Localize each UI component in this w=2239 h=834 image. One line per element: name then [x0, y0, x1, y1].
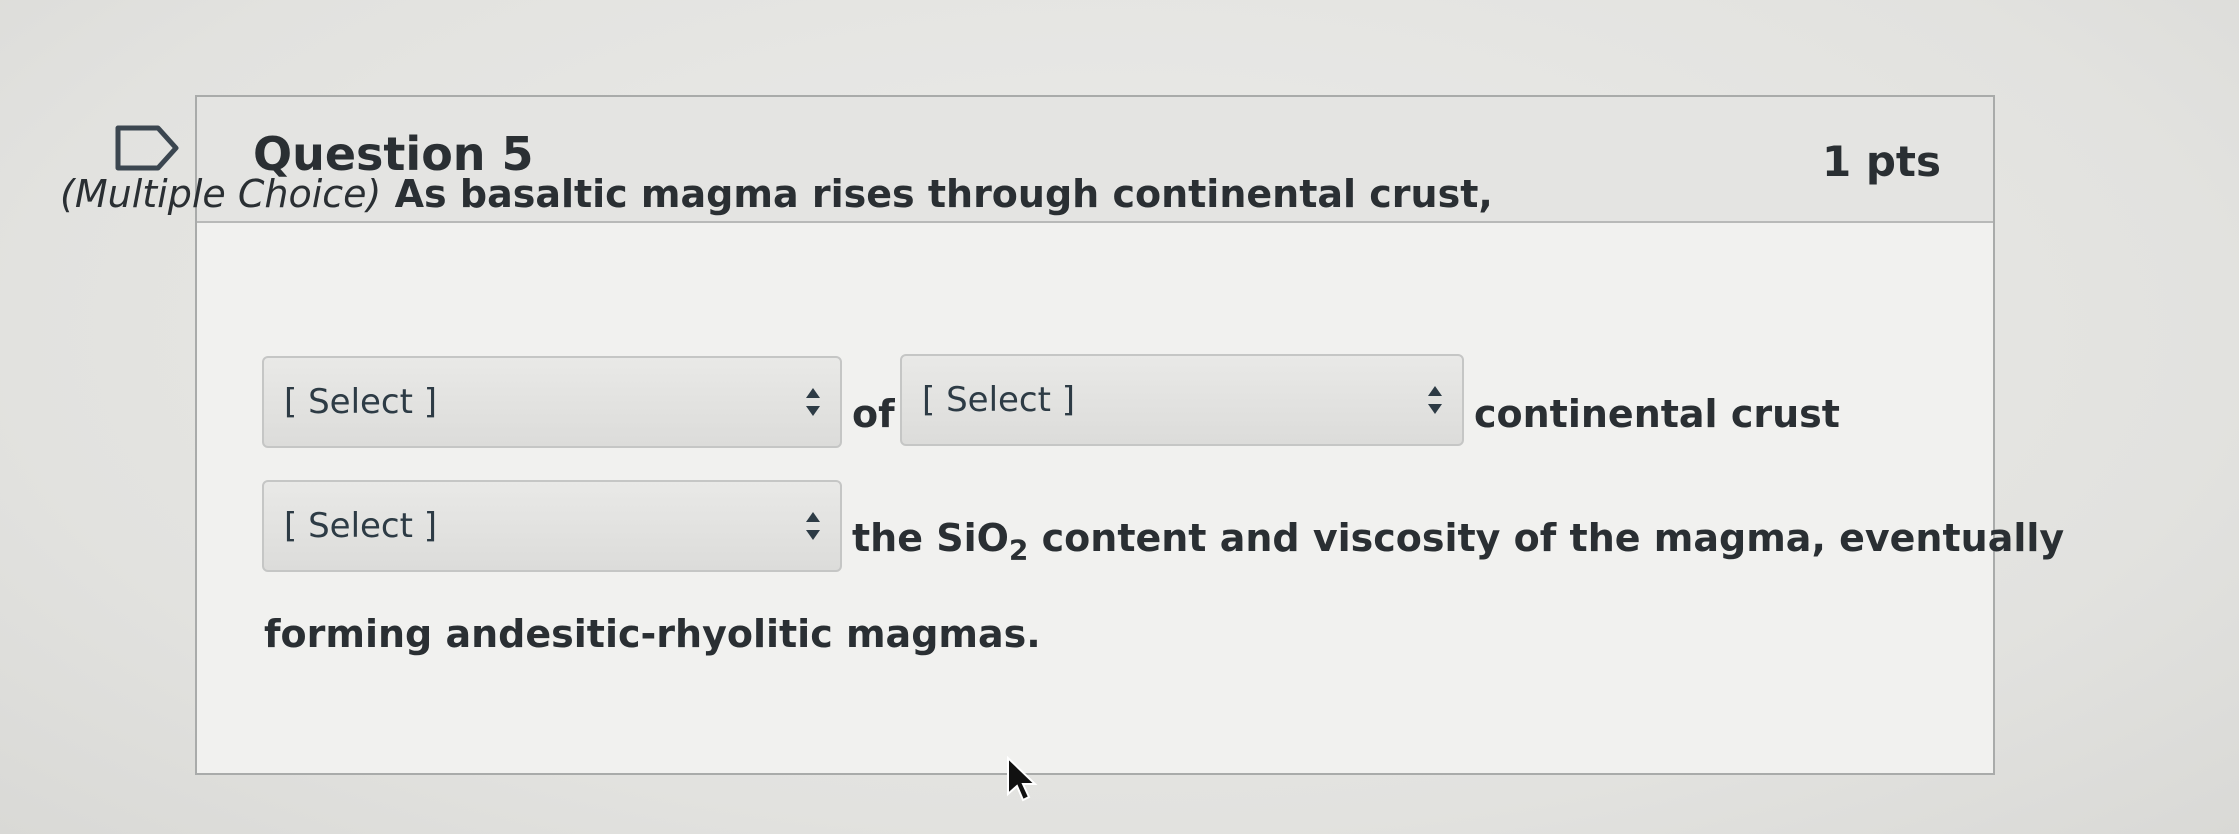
sio2-subscript: 2: [1008, 533, 1029, 567]
quiz-page: Question 5 1 pts (Multiple Choice) As ba…: [0, 0, 2239, 834]
text-sio2-content: the SiO2 content and viscosity of the ma…: [852, 516, 2064, 567]
question-points: 1 pts: [1822, 137, 1941, 186]
updown-chevron-icon: [1428, 386, 1442, 414]
updown-chevron-icon: [806, 512, 820, 540]
prompt-type: (Multiple Choice): [60, 172, 382, 216]
text-continental-crust: continental crust: [1474, 392, 1840, 436]
prompt-text: As basaltic magma rises through continen…: [381, 172, 1493, 216]
updown-chevron-icon: [806, 388, 820, 416]
flag-icon[interactable]: [114, 124, 180, 172]
connector-of: of: [852, 392, 895, 436]
answer-dropdown-1[interactable]: [ Select ]: [262, 356, 842, 448]
dropdown-2-value: [ Select ]: [922, 380, 1076, 420]
answer-dropdown-2[interactable]: [ Select ]: [900, 354, 1464, 446]
question-prompt: (Multiple Choice) As basaltic magma rise…: [60, 172, 1493, 216]
mouse-pointer-icon: [1007, 756, 1038, 802]
sio2-suffix: content and viscosity of the magma, even…: [1028, 516, 2065, 560]
dropdown-3-value: [ Select ]: [284, 506, 438, 546]
sio2-prefix: the SiO: [852, 516, 1009, 560]
answer-dropdown-3[interactable]: [ Select ]: [262, 480, 842, 572]
dropdown-1-value: [ Select ]: [284, 382, 438, 422]
text-final-sentence: forming andesitic-rhyolitic magmas.: [264, 612, 1041, 656]
